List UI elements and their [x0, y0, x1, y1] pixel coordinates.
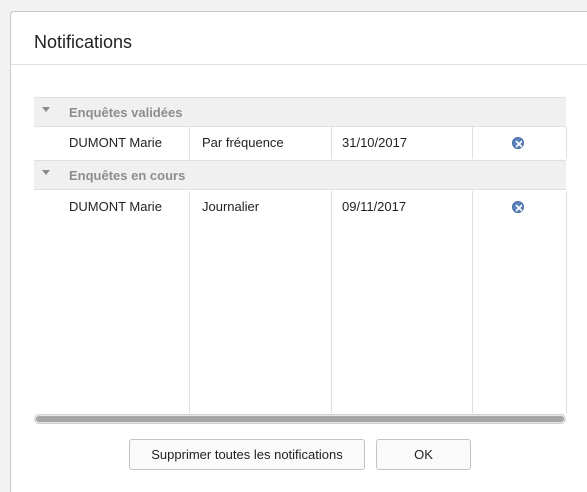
column-divider: [331, 191, 332, 413]
column-divider: [566, 191, 567, 413]
name-cell: DUMONT Marie: [69, 199, 162, 214]
group-label: Enquêtes validées: [69, 105, 183, 120]
remove-circle-icon[interactable]: [512, 201, 524, 213]
date-cell: 31/10/2017: [342, 135, 408, 150]
column-divider: [189, 191, 190, 413]
name-cell: DUMONT Marie: [69, 135, 162, 150]
notifications-grid: Enquêtes validées DUMONT Marie Par fréqu…: [34, 87, 567, 421]
caret-down-icon[interactable]: [42, 170, 50, 175]
frequency-cell: Journalier: [202, 199, 260, 214]
date-cell: 09/11/2017: [342, 199, 407, 214]
frequency-cell: Par fréquence: [202, 135, 284, 150]
dialog-title: Notifications: [34, 32, 133, 52]
remove-circle-icon[interactable]: [512, 137, 524, 149]
group-header-validated[interactable]: Enquêtes validées: [34, 97, 566, 127]
column-divider: [566, 127, 567, 159]
group-header-in-progress[interactable]: Enquêtes en cours: [34, 160, 566, 190]
column-divider: [472, 191, 473, 413]
ok-button[interactable]: OK: [376, 439, 471, 470]
notifications-dialog: Notifications Enquêtes validées DUMONT M…: [10, 11, 587, 492]
caret-down-icon[interactable]: [42, 107, 50, 112]
scrollbar-thumb[interactable]: [36, 416, 564, 422]
delete-all-notifications-button[interactable]: Supprimer toutes les notifications: [129, 439, 365, 470]
horizontal-scrollbar[interactable]: [34, 414, 566, 424]
group-label: Enquêtes en cours: [69, 168, 186, 183]
table-row[interactable]: DUMONT Marie Journalier 09/11/2017: [34, 191, 566, 223]
dialog-header: Notifications: [11, 12, 587, 65]
table-row[interactable]: DUMONT Marie Par fréquence 31/10/2017: [34, 127, 566, 159]
